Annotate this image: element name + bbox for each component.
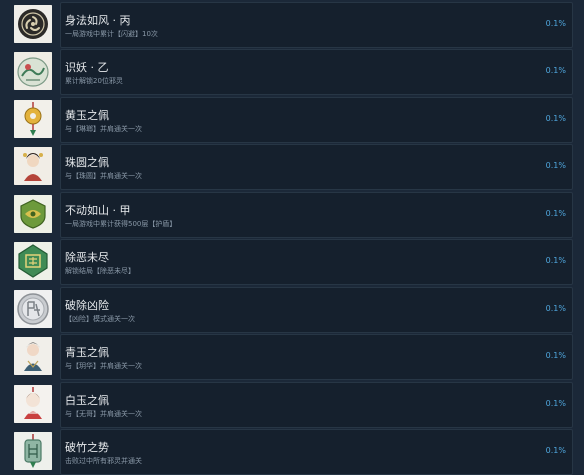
achievement-percent: 0.1% [545,114,566,123]
achievement-panel: 黄玉之佩 与【琳瑯】并肩通关一次 0.1% [60,97,573,143]
achievement-panel: 破竹之势 击败过中所有邪灵并通关 0.1% [60,429,573,475]
achievement-panel: 不动如山 · 甲 一局游戏中累计获得500层【护盾】 0.1% [60,192,573,238]
pearl-pendant-portrait-icon [14,147,52,185]
achievement-title: 不动如山 · 甲 [65,204,131,217]
achievement-row[interactable]: 破除凶险 【凶险】模式通关一次 0.1% [10,287,573,333]
achievement-desc: 与【琳瑯】并肩通关一次 [65,125,142,133]
triskelion-icon [14,5,52,43]
achievement-panel: 青玉之佩 与【玥华】并肩通关一次 0.1% [60,334,573,380]
achievement-panel: 破除凶险 【凶险】模式通关一次 0.1% [60,287,573,333]
achievement-list: 身法如风 · 丙 一局游戏中累计【闪避】10次 0.1% 识妖 · 乙 累计解锁… [0,0,584,475]
achievement-percent: 0.1% [545,161,566,170]
achievement-row[interactable]: 身法如风 · 丙 一局游戏中累计【闪避】10次 0.1% [10,2,573,48]
evil-removal-seal-icon [14,242,52,280]
achievement-row[interactable]: 破竹之势 击败过中所有邪灵并通关 0.1% [10,429,573,475]
achievement-desc: 与【玥华】并肩通关一次 [65,362,142,370]
achievement-percent: 0.1% [545,351,566,360]
achievement-panel: 白玉之佩 与【无哥】并肩通关一次 0.1% [60,382,573,428]
achievement-row[interactable]: 白玉之佩 与【无哥】并肩通关一次 0.1% [10,382,573,428]
achievement-percent: 0.1% [545,209,566,218]
achievement-desc: 累计解锁20位邪灵 [65,77,123,85]
achievement-percent: 0.1% [545,66,566,75]
white-jade-pendant-icon [14,385,52,423]
bamboo-jade-pendant-icon [14,432,52,470]
achievement-percent: 0.1% [545,19,566,28]
achievement-desc: 解锁结局【除恶未尽】 [65,267,135,275]
achievement-title: 识妖 · 乙 [65,61,109,74]
achievement-desc: 一局游戏中累计【闪避】10次 [65,30,158,38]
achievement-row[interactable]: 识妖 · 乙 累计解锁20位邪灵 0.1% [10,49,573,95]
achievement-title: 破除凶险 [65,299,109,312]
achievement-desc: 击败过中所有邪灵并通关 [65,457,142,465]
achievement-title: 青玉之佩 [65,346,109,359]
achievement-panel: 身法如风 · 丙 一局游戏中累计【闪避】10次 0.1% [60,2,573,48]
achievement-panel: 除恶未尽 解锁结局【除恶未尽】 0.1% [60,239,573,285]
demon-scroll-icon [14,52,52,90]
achievement-percent: 0.1% [545,256,566,265]
achievement-percent: 0.1% [545,446,566,455]
achievement-row[interactable]: 除恶未尽 解锁结局【除恶未尽】 0.1% [10,239,573,285]
yellow-jade-pendant-icon [14,100,52,138]
achievement-percent: 0.1% [545,304,566,313]
achievement-panel: 珠圆之佩 与【珠圆】并肩通关一次 0.1% [60,144,573,190]
achievement-row[interactable]: 不动如山 · 甲 一局游戏中累计获得500层【护盾】 0.1% [10,192,573,238]
silver-danger-seal-icon [14,290,52,328]
achievement-panel: 识妖 · 乙 累计解锁20位邪灵 0.1% [60,49,573,95]
achievement-row[interactable]: 青玉之佩 与【玥华】并肩通关一次 0.1% [10,334,573,380]
achievement-row[interactable]: 黄玉之佩 与【琳瑯】并肩通关一次 0.1% [10,97,573,143]
achievement-percent: 0.1% [545,399,566,408]
achievement-desc: 与【无哥】并肩通关一次 [65,410,142,418]
achievement-desc: 【凶险】模式通关一次 [65,315,135,323]
achievement-title: 珠圆之佩 [65,156,109,169]
achievement-desc: 一局游戏中累计获得500层【护盾】 [65,220,177,228]
achievement-row[interactable]: 珠圆之佩 与【珠圆】并肩通关一次 0.1% [10,144,573,190]
achievement-title: 身法如风 · 丙 [65,14,131,27]
achievement-title: 破竹之势 [65,441,109,454]
achievement-title: 除恶未尽 [65,251,109,264]
achievement-desc: 与【珠圆】并肩通关一次 [65,172,142,180]
cyan-jade-pendant-icon [14,337,52,375]
green-shield-icon [14,195,52,233]
achievement-title: 白玉之佩 [65,394,109,407]
achievement-title: 黄玉之佩 [65,109,109,122]
